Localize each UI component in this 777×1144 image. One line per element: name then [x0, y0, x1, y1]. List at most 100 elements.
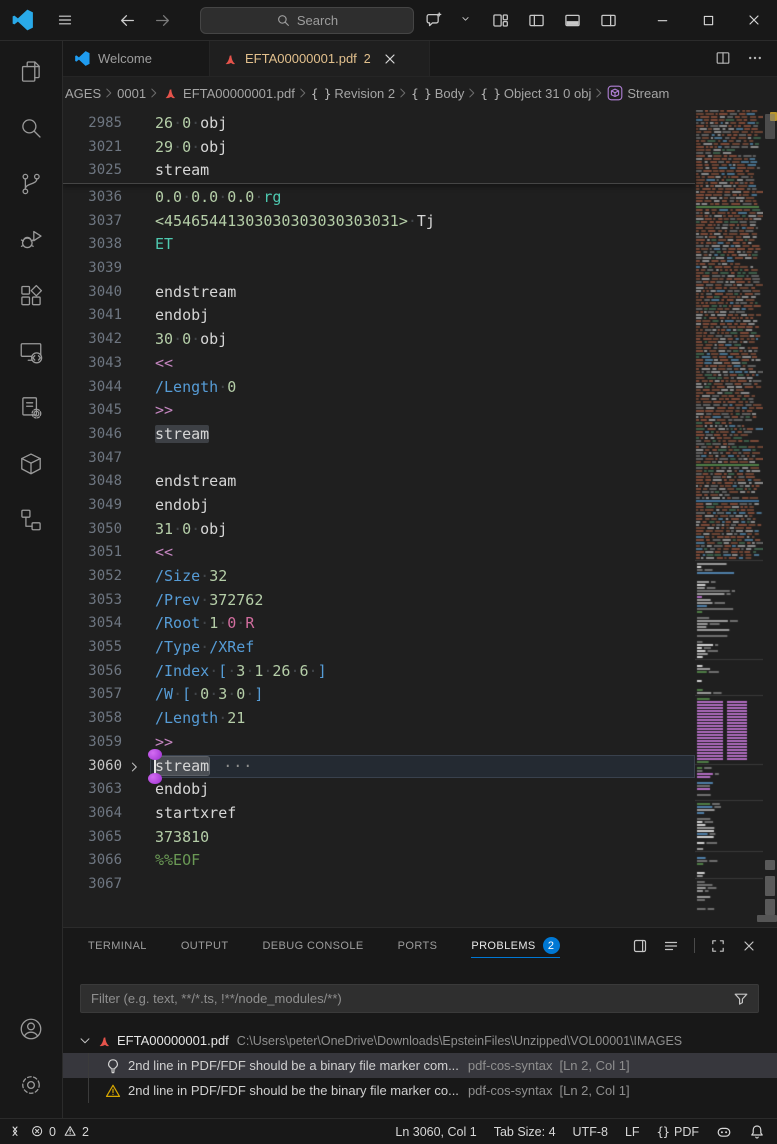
status-item-pdf[interactable]: {} PDF: [657, 1125, 699, 1139]
code-line[interactable]: 3040 endstream: [62, 281, 695, 305]
code-line[interactable]: 3063 endobj: [62, 773, 695, 802]
sidebar-left-icon[interactable]: [528, 12, 545, 29]
line-number[interactable]: 3052: [62, 565, 122, 589]
line-number[interactable]: 3044: [62, 376, 122, 400]
close-tab-icon[interactable]: [382, 51, 398, 67]
sidebar-right-icon[interactable]: [600, 12, 617, 29]
sidebar-item-package[interactable]: [0, 436, 62, 492]
line-number[interactable]: 3050: [62, 518, 122, 542]
breadcrumb-item[interactable]: Stream: [607, 85, 669, 101]
code-line[interactable]: 3055/Type·/XRef: [62, 636, 695, 660]
panel-tab-output[interactable]: OUTPUT: [181, 928, 229, 963]
status-item-tab-size-4[interactable]: Tab Size: 4: [494, 1125, 556, 1139]
line-number[interactable]: 3059: [62, 731, 122, 755]
line-number[interactable]: 3039: [62, 257, 122, 281]
sidebar-item-extensions[interactable]: [0, 268, 62, 324]
line-number[interactable]: 3051: [62, 541, 122, 565]
sidebar-item-search[interactable]: [0, 100, 62, 156]
line-number[interactable]: 3047: [62, 447, 122, 471]
split-editor-icon[interactable]: [715, 50, 731, 66]
sidebar-item-explorer[interactable]: [0, 44, 62, 100]
code-line[interactable]: 3056/Index·[·3·1·26·6·]: [62, 660, 695, 684]
panel-tab-problems[interactable]: PROBLEMS 2: [471, 928, 561, 963]
line-number[interactable]: 3043: [62, 352, 122, 376]
problems-file-row[interactable]: EFTA00000001.pdf C:\Users\peter\OneDrive…: [62, 1028, 777, 1053]
line-number[interactable]: 3060: [62, 755, 122, 779]
code-line[interactable]: 3059 >>: [62, 731, 695, 760]
breadcrumb-item[interactable]: 0001: [117, 86, 146, 101]
code-line[interactable]: 3021 29·0·obj: [62, 136, 695, 160]
panel-bottom-icon[interactable]: [564, 12, 581, 29]
line-number[interactable]: 3049: [62, 494, 122, 518]
editor-scrollbar[interactable]: [757, 110, 777, 927]
breadcrumb-item[interactable]: AGES: [65, 86, 101, 101]
line-number[interactable]: 3063: [62, 778, 122, 802]
code-line[interactable]: 3048 endstream: [62, 470, 695, 494]
sidebar-item-pdf-tools[interactable]: [0, 380, 62, 436]
status-item-lf[interactable]: LF: [625, 1125, 640, 1139]
code-line[interactable]: 2985 26·0·obj: [62, 112, 695, 136]
line-number[interactable]: 3058: [62, 707, 122, 731]
line-number[interactable]: 3054: [62, 612, 122, 636]
breadcrumb-item[interactable]: { } Revision 2: [311, 86, 395, 101]
code-line[interactable]: 3064 startxref: [62, 802, 695, 826]
notebook-layout-icon[interactable]: [632, 938, 648, 954]
code-line[interactable]: 3039: [62, 257, 695, 281]
command-center-search[interactable]: Search: [200, 7, 414, 34]
line-number[interactable]: 2985: [62, 112, 122, 136]
minimap[interactable]: [695, 110, 763, 927]
forward-arrow-icon[interactable]: [154, 12, 171, 29]
code-line[interactable]: 3051 <<: [62, 541, 695, 565]
sidebar-item-remote-explorer[interactable]: [0, 324, 62, 380]
line-number[interactable]: 3025: [62, 159, 122, 183]
problem-row[interactable]: 2nd line in PDF/FDF should be a binary f…: [62, 1053, 777, 1078]
fold-chevron-icon[interactable]: [128, 760, 142, 774]
sidebar-item-run-debug[interactable]: [0, 212, 62, 268]
problems-filter-input[interactable]: [81, 991, 733, 1006]
code-line[interactable]: 3067: [62, 873, 695, 897]
scrollbar-thumb[interactable]: [765, 114, 775, 139]
maximize-button[interactable]: [685, 0, 731, 40]
code-line[interactable]: 3058/Length·21: [62, 707, 695, 731]
fold-ellipsis[interactable]: ···: [223, 757, 253, 775]
status-item[interactable]: [716, 1124, 732, 1140]
code-line[interactable]: 3065 373810: [62, 826, 695, 850]
line-number[interactable]: 3042: [62, 328, 122, 352]
code-line[interactable]: 3057/W·[·0·3·0·]: [62, 683, 695, 707]
status-item-ln-3060-col-1[interactable]: Ln 3060, Col 1: [395, 1125, 476, 1139]
status-item[interactable]: [749, 1124, 765, 1140]
line-number[interactable]: 3041: [62, 304, 122, 328]
line-number[interactable]: 3045: [62, 399, 122, 423]
sidebar-item-source-control[interactable]: [0, 156, 62, 212]
breadcrumb-item[interactable]: EFTA00000001.pdf: [162, 85, 295, 101]
code-line[interactable]: 3047: [62, 447, 695, 471]
close-panel-icon[interactable]: [741, 938, 757, 954]
line-number[interactable]: 3040: [62, 281, 122, 305]
code-line[interactable]: 3042 30·0·obj: [62, 328, 695, 352]
line-number[interactable]: 3038: [62, 233, 122, 257]
remote-indicator-icon[interactable]: [8, 1124, 23, 1139]
tab-efta00000001-pdf[interactable]: EFTA00000001.pdf 2: [210, 40, 430, 76]
problems-status[interactable]: 0 2: [31, 1125, 89, 1139]
line-number[interactable]: 3021: [62, 136, 122, 160]
line-number[interactable]: 3064: [62, 802, 122, 826]
line-number[interactable]: 3056: [62, 660, 122, 684]
activity-settings-button[interactable]: [0, 1057, 62, 1113]
sidebar-item-hierarchy[interactable]: [0, 492, 62, 548]
code-line[interactable]: 3046 stream: [62, 423, 695, 447]
code-line[interactable]: 3049 endobj: [62, 494, 695, 518]
minimize-button[interactable]: [639, 0, 685, 40]
code-line[interactable]: 3045 >>: [62, 399, 695, 423]
code-line[interactable]: 3066 %%EOF: [62, 849, 695, 873]
line-number[interactable]: 3046: [62, 423, 122, 447]
code-line[interactable]: 3041 endobj: [62, 304, 695, 328]
activity-account-button[interactable]: [0, 1001, 62, 1057]
code-line[interactable]: 3038 ET: [62, 233, 695, 257]
more-actions-icon[interactable]: [747, 50, 763, 66]
line-number[interactable]: 3066: [62, 849, 122, 873]
tab-welcome[interactable]: Welcome: [62, 40, 210, 76]
line-number[interactable]: 3065: [62, 826, 122, 850]
code-line[interactable]: 3037 <45465441303030303030303031>·Tj: [62, 210, 695, 234]
line-number[interactable]: 3053: [62, 589, 122, 613]
panel-tab-terminal[interactable]: TERMINAL: [88, 928, 147, 963]
